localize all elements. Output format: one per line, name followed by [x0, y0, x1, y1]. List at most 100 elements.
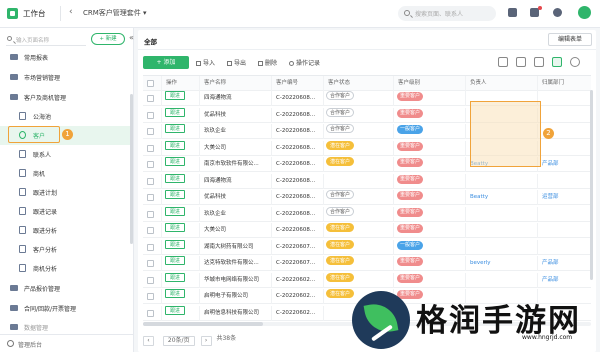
customer-level-cell[interactable]: 重要客户: [394, 190, 466, 205]
customer-status-cell[interactable]: 潜在客户: [324, 239, 394, 255]
customer-status-cell[interactable]: 潜在客户: [324, 157, 394, 172]
view-title[interactable]: 全部: [144, 36, 157, 46]
department-cell[interactable]: [538, 91, 591, 106]
customer-status-cell[interactable]: 合作客户: [324, 91, 394, 106]
owner-cell[interactable]: [466, 206, 538, 222]
follow-up-button[interactable]: 跟进: [165, 223, 186, 232]
customer-name-cell[interactable]: 启明信息科技有限公司: [200, 305, 272, 321]
customer-name-cell[interactable]: 达克特软软件有限公...: [200, 256, 272, 271]
table-row[interactable]: 跟进 大美公司 C-20220608... 潜在客户 重要客户: [143, 223, 591, 238]
customer-id-cell[interactable]: C-20220608...: [272, 157, 324, 172]
follow-up-button[interactable]: 跟进: [165, 190, 186, 199]
sidebar-item-contacts[interactable]: 联系人: [0, 145, 133, 164]
follow-up-button[interactable]: 跟进: [165, 91, 186, 100]
customer-status-cell[interactable]: 合作客户: [324, 107, 394, 123]
add-record-button[interactable]: + 添加: [143, 56, 189, 69]
customer-level-cell[interactable]: 重要客户: [394, 140, 466, 156]
row-checkbox[interactable]: [147, 128, 154, 135]
sidebar-folder-customers[interactable]: 客户及商机管理: [0, 88, 133, 107]
sidebar-item-public-pool[interactable]: 公海池: [0, 107, 133, 126]
customer-name-cell[interactable]: 启明电子有限公司: [200, 289, 272, 304]
follow-up-button[interactable]: 跟进: [165, 305, 186, 315]
customer-id-cell[interactable]: C-20220602...: [272, 289, 324, 304]
customer-id-cell[interactable]: C-20220602...: [272, 305, 324, 321]
customer-id-cell[interactable]: C-20220608...: [272, 140, 324, 156]
header-customer-name[interactable]: 客户名称: [200, 76, 272, 91]
customer-id-cell[interactable]: C-20220608...: [272, 91, 324, 106]
edit-form-button[interactable]: 编辑表单: [548, 33, 592, 46]
customer-id-cell[interactable]: C-20220608...: [272, 206, 324, 222]
follow-up-button[interactable]: 跟进: [165, 206, 186, 216]
operation-log-button[interactable]: 操作记录: [289, 58, 320, 67]
header-customer-id[interactable]: 客户编号: [272, 76, 324, 91]
follow-up-button[interactable]: 跟进: [165, 289, 186, 298]
department-cell[interactable]: 运营部: [538, 190, 591, 205]
header-customer-level[interactable]: 客户级别: [394, 76, 466, 91]
customer-id-cell[interactable]: C-20220608...: [272, 223, 324, 238]
refresh-icon[interactable]: [570, 57, 580, 67]
follow-up-button[interactable]: 跟进: [165, 256, 186, 265]
owner-cell[interactable]: [466, 239, 538, 255]
sidebar-folder-data[interactable]: 数据管理: [0, 318, 133, 333]
collapse-sidebar-icon[interactable]: «: [129, 33, 134, 42]
row-checkbox[interactable]: [147, 95, 154, 102]
customer-name-cell[interactable]: 优品科技: [200, 190, 272, 205]
customer-name-cell[interactable]: 四海通物流: [200, 91, 272, 106]
table-row[interactable]: 跟进 玖玖企业 C-20220608... 合作客户 重要客户: [143, 206, 591, 222]
department-cell[interactable]: [538, 240, 591, 255]
sidebar-footer[interactable]: 管理后台: [0, 334, 133, 352]
customer-level-cell[interactable]: 一般客户: [394, 124, 466, 139]
customer-name-cell[interactable]: 优品科技: [200, 107, 272, 123]
avatar[interactable]: [578, 6, 591, 19]
row-height-icon[interactable]: [534, 57, 544, 67]
department-cell[interactable]: 产品部: [538, 256, 591, 271]
owner-cell[interactable]: Beatty: [466, 190, 538, 205]
next-page-button[interactable]: ›: [200, 336, 212, 346]
sidebar-folder-quotes[interactable]: 产品报价管理: [0, 279, 133, 298]
follow-up-button[interactable]: 跟进: [165, 239, 186, 249]
customer-level-cell[interactable]: 重要客户: [394, 256, 466, 271]
delete-button[interactable]: 删除: [258, 58, 277, 67]
customer-id-cell[interactable]: C-20220608...: [272, 173, 324, 189]
owner-cell[interactable]: beverly: [466, 256, 538, 271]
follow-up-button[interactable]: 跟进: [165, 272, 186, 282]
filter-icon[interactable]: [498, 57, 508, 67]
customer-status-cell[interactable]: 潜在客户: [324, 272, 394, 288]
department-cell[interactable]: [538, 207, 591, 222]
help-icon[interactable]: [553, 8, 562, 17]
prev-page-button[interactable]: ‹: [143, 336, 154, 346]
table-vertical-scrollbar[interactable]: [590, 90, 593, 280]
sidebar-item-follow-records[interactable]: 跟进记录: [0, 202, 133, 221]
department-cell[interactable]: [538, 141, 591, 156]
customer-name-cell[interactable]: 四海通物流: [200, 173, 272, 189]
customer-name-cell[interactable]: 玖玖企业: [200, 206, 272, 222]
row-checkbox[interactable]: [147, 293, 154, 300]
header-department[interactable]: 归属部门: [538, 76, 591, 91]
table-row[interactable]: 跟进 达克特软软件有限公... C-20220607... 潜在客户 重要客户 bever…: [143, 256, 591, 271]
department-cell[interactable]: [538, 223, 591, 238]
customer-id-cell[interactable]: C-20220608...: [272, 107, 324, 123]
customer-level-cell[interactable]: 重要客户: [394, 206, 466, 222]
customer-name-cell[interactable]: 大美公司: [200, 140, 272, 156]
follow-up-button[interactable]: 跟进: [165, 157, 186, 166]
customer-level-cell[interactable]: 重要客户: [394, 173, 466, 189]
row-checkbox[interactable]: [147, 210, 154, 218]
customer-status-cell[interactable]: 潜在客户: [324, 256, 394, 271]
sidebar-search-input[interactable]: 输入页面名称: [6, 34, 86, 46]
sidebar-folder-contracts[interactable]: 合同/回款/开票管理: [0, 299, 133, 318]
sidebar-folder-reports[interactable]: 常用报表: [0, 48, 133, 67]
customer-status-cell[interactable]: 合作客户: [324, 124, 394, 139]
customer-name-cell[interactable]: 南京市软软件有限公...: [200, 157, 272, 172]
sort-icon[interactable]: [516, 57, 526, 67]
customer-name-cell[interactable]: 大美公司: [200, 223, 272, 238]
customer-status-cell[interactable]: 合作客户: [324, 190, 394, 205]
customer-status-cell[interactable]: 合作客户: [324, 206, 394, 222]
app-title[interactable]: CRM客户管理套件 ▾: [83, 8, 147, 18]
department-cell[interactable]: 产品部: [538, 273, 591, 288]
table-row[interactable]: 跟进 湖南大树药有限公司 C-20220607... 潜在客户 一般客户: [143, 239, 591, 255]
import-button[interactable]: 导入: [196, 58, 215, 67]
customer-status-cell[interactable]: [324, 173, 394, 189]
new-page-button[interactable]: + 新建: [91, 33, 125, 45]
customer-name-cell[interactable]: 华城市电网络有限公司: [200, 272, 272, 288]
workspace-link[interactable]: 工作台: [23, 8, 46, 19]
